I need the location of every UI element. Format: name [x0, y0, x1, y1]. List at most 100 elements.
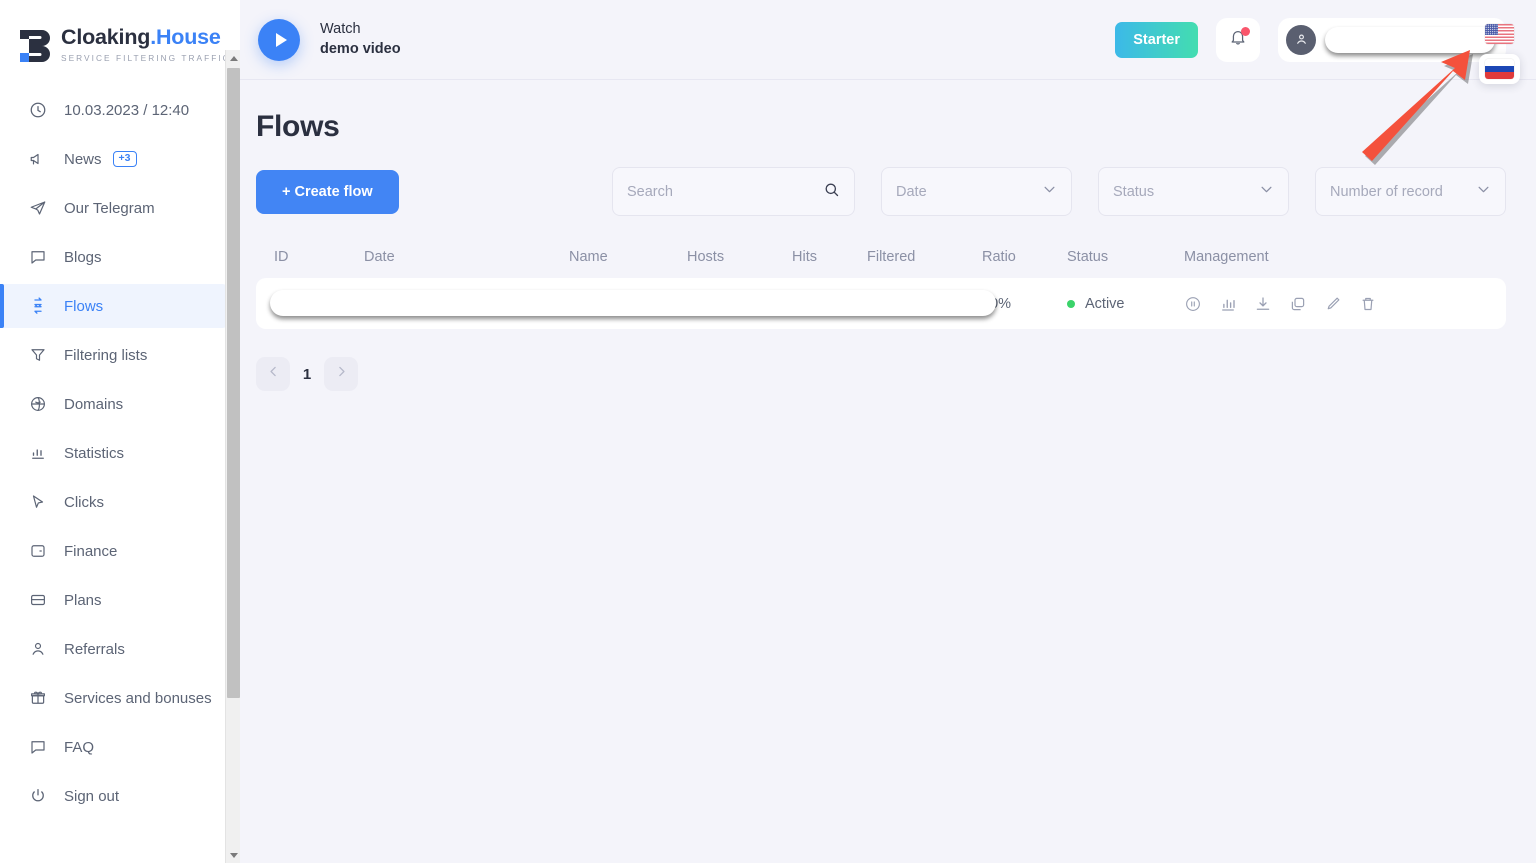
sidebar-item-statistics[interactable]: Statistics: [0, 431, 230, 475]
bar-chart-icon: [28, 444, 47, 463]
scrollbar-thumb[interactable]: [227, 68, 240, 698]
demo-line-1: Watch: [320, 21, 361, 38]
scroll-up-arrow-icon[interactable]: [226, 50, 241, 66]
status-dot-icon: [1067, 299, 1075, 308]
sidebar-item-label: Sign out: [64, 787, 120, 805]
user-name-redacted: [1325, 26, 1495, 53]
chevron-down-icon: [1259, 182, 1274, 202]
sidebar-item-services-and-bonuses[interactable]: Services and bonuses: [0, 676, 230, 720]
table-header: ID Date Name Hosts Hits Filtered Ratio S…: [256, 236, 1506, 278]
sidebar-item-clicks[interactable]: Clicks: [0, 480, 230, 524]
pagination-current-page[interactable]: 1: [296, 366, 318, 383]
sidebar-item-our-telegram[interactable]: Our Telegram: [0, 186, 230, 230]
plan-starter-button[interactable]: Starter: [1115, 21, 1198, 58]
sidebar-item-label: FAQ: [64, 738, 95, 756]
sidebar: Cloaking.House SERVICE FILTERING TRAFFIC…: [0, 0, 240, 863]
pagination-prev-button[interactable]: [256, 357, 290, 391]
sidebar-scrollbar[interactable]: [225, 50, 240, 863]
chat-icon: [28, 738, 47, 757]
ru-flag-icon[interactable]: [1485, 59, 1514, 79]
toolbar: + Create flow Search Date Status Number …: [256, 167, 1506, 216]
sidebar-item-flows[interactable]: Flows: [0, 284, 230, 328]
telegram-icon: [28, 199, 47, 218]
sidebar-item-faq[interactable]: FAQ: [0, 725, 230, 769]
column-header-management: Management: [1184, 249, 1269, 265]
sidebar-item-domains[interactable]: Domains: [0, 382, 230, 426]
sidebar-item-news[interactable]: News +3: [0, 137, 230, 181]
sidebar-item-label: Finance: [64, 542, 118, 560]
top-header: Watch demo video Starter: [240, 0, 1536, 84]
app-root: Cloaking.House SERVICE FILTERING TRAFFIC…: [0, 0, 1536, 863]
page-content: Flows + Create flow Search Date Status N…: [240, 80, 1536, 863]
logo-text: Cloaking.House SERVICE FILTERING TRAFFIC: [61, 27, 240, 65]
chevron-right-icon: [335, 365, 348, 383]
cell-status: Active: [1067, 296, 1184, 312]
chevron-down-icon: [1042, 182, 1057, 202]
sidebar-item-plans[interactable]: Plans: [0, 578, 230, 622]
table-row[interactable]: 60% Active: [256, 278, 1506, 329]
chevron-down-icon: [1476, 182, 1491, 202]
sidebar-item-label: Filtering lists: [64, 346, 148, 364]
sidebar-item-label: Plans: [64, 591, 102, 609]
search-placeholder: Search: [627, 183, 673, 200]
date-filter-select[interactable]: Date: [881, 167, 1072, 216]
chart-icon[interactable]: [1219, 295, 1237, 313]
column-header-filtered: Filtered: [867, 249, 916, 265]
avatar: [1286, 24, 1316, 55]
delete-icon[interactable]: [1359, 295, 1377, 313]
status-filter-select[interactable]: Status: [1098, 167, 1289, 216]
funnel-icon: [28, 346, 47, 365]
gift-icon: [28, 689, 47, 708]
sidebar-item-finance[interactable]: Finance: [0, 529, 230, 573]
records-count-select[interactable]: Number of record: [1315, 167, 1506, 216]
logo-title: Cloaking.House: [61, 25, 221, 50]
filters: Search Date Status Number of record: [612, 167, 1506, 216]
sidebar-datetime-label: 10.03.2023 / 12:40: [64, 101, 190, 119]
sidebar-item-label: Clicks: [64, 493, 104, 511]
play-icon[interactable]: [258, 18, 300, 61]
user-menu[interactable]: [1278, 17, 1506, 62]
demo-line-2: demo video: [320, 40, 401, 57]
row-data-redacted: [270, 290, 996, 316]
news-badge: +3: [112, 150, 137, 168]
sidebar-nav: 10.03.2023 / 12:40 News +3 Our Telegram: [0, 88, 240, 818]
watch-demo-video[interactable]: Watch demo video: [258, 18, 401, 61]
copy-icon[interactable]: [1289, 295, 1307, 313]
sidebar-item-label: Domains: [64, 395, 124, 413]
logo[interactable]: Cloaking.House SERVICE FILTERING TRAFFIC: [0, 0, 240, 74]
download-icon[interactable]: [1254, 295, 1272, 313]
edit-icon[interactable]: [1324, 295, 1342, 313]
page-title: Flows: [256, 110, 340, 143]
cell-management: [1184, 295, 1488, 313]
power-icon: [28, 787, 47, 806]
search-input[interactable]: Search: [612, 167, 855, 216]
notifications-button[interactable]: [1216, 17, 1260, 62]
column-header-name: Name: [569, 249, 608, 265]
user-icon: [28, 640, 47, 659]
sidebar-item-blogs[interactable]: Blogs: [0, 235, 230, 279]
sidebar-item-label: Statistics: [64, 444, 125, 462]
language-switcher: [1479, 24, 1520, 84]
status-label: Active: [1085, 295, 1125, 312]
pagination: 1: [256, 357, 1506, 391]
sidebar-item-referrals[interactable]: Referrals: [0, 627, 230, 671]
sidebar-item-sign-out[interactable]: Sign out: [0, 774, 230, 818]
column-header-ratio: Ratio: [982, 249, 1016, 265]
column-header-hits: Hits: [792, 249, 817, 265]
search-icon[interactable]: [823, 181, 840, 203]
sidebar-item-label: Blogs: [64, 248, 102, 266]
chevron-left-icon: [267, 365, 280, 383]
pause-icon[interactable]: [1184, 295, 1202, 313]
logo-mark-icon: [20, 30, 50, 62]
us-flag-icon[interactable]: [1485, 24, 1514, 44]
language-dropdown[interactable]: [1479, 54, 1520, 84]
create-flow-button[interactable]: + Create flow: [256, 169, 399, 214]
sidebar-item-label: News: [64, 150, 102, 168]
scroll-down-arrow-icon[interactable]: [226, 847, 241, 863]
column-header-hosts: Hosts: [687, 249, 725, 265]
globe-icon: [28, 395, 47, 414]
date-filter-label: Date: [896, 183, 927, 200]
wallet-icon: [28, 542, 47, 561]
pagination-next-button[interactable]: [324, 357, 358, 391]
sidebar-item-filtering-lists[interactable]: Filtering lists: [0, 333, 230, 377]
